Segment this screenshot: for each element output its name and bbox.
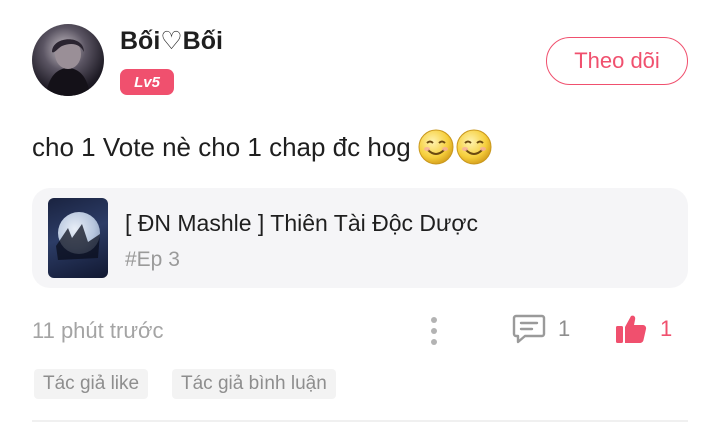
story-title: [ ĐN Mashle ] Thiên Tài Độc Dược	[125, 210, 479, 236]
story-card[interactable]: [ ĐN Mashle ] Thiên Tài Độc Dược #Ep 3	[32, 188, 688, 288]
tag-author-comment[interactable]: Tác giả bình luận	[172, 369, 336, 399]
story-cover	[48, 198, 108, 278]
more-options-button[interactable]	[424, 314, 444, 348]
comment-icon	[512, 314, 546, 344]
reply-button[interactable]: 1	[512, 313, 570, 345]
divider	[32, 420, 688, 422]
comment-text: cho 1 Vote nè cho 1 chap đc hog	[32, 131, 411, 162]
cover-figures	[56, 224, 100, 260]
comment-body: cho 1 Vote nè cho 1 chap đc hog	[32, 128, 493, 166]
smiley-emoji	[418, 129, 454, 165]
emoji-group	[417, 128, 493, 166]
reply-count: 1	[558, 316, 571, 341]
thumbs-up-icon	[616, 315, 647, 343]
tag-author-like[interactable]: Tác giả like	[34, 369, 149, 399]
username[interactable]: Bối♡Bối	[120, 26, 223, 56]
more-vertical-icon	[431, 317, 437, 323]
like-count: 1	[660, 316, 673, 341]
avatar[interactable]	[32, 24, 104, 96]
like-button[interactable]: 1	[614, 312, 672, 346]
timestamp: 11 phút trước	[32, 318, 164, 343]
avatar-image	[46, 39, 90, 96]
level-badge: Lv5	[120, 69, 174, 95]
smiley-emoji	[456, 129, 492, 165]
more-vertical-icon	[431, 339, 437, 345]
story-episode: #Ep 3	[125, 248, 180, 271]
follow-button[interactable]: Theo dõi	[546, 37, 688, 85]
more-vertical-icon	[431, 328, 437, 334]
